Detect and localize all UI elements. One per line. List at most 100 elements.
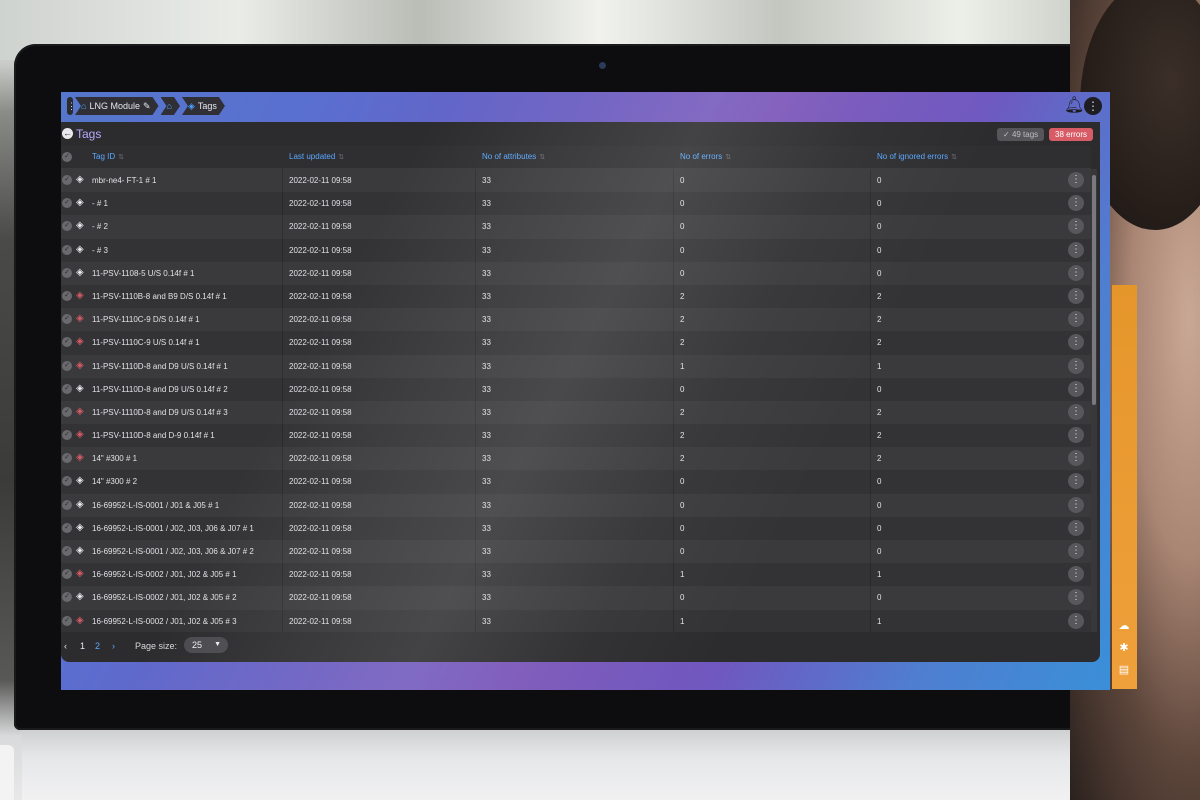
breadcrumb-item-tags[interactable]: ◈ Tags [182,97,225,115]
cell-errors: 0 [680,384,685,394]
scrollbar[interactable] [1091,169,1097,632]
table-row[interactable]: ✓ ◈ - # 3 2022-02-11 09:58 33 0 0 ⋮ [61,238,1091,262]
row-more-options-icon[interactable]: ⋮ [1068,311,1084,328]
row-more-options-icon[interactable]: ⋮ [1068,450,1084,467]
row-checkbox[interactable]: ✓ [62,453,72,464]
row-checkbox[interactable]: ✓ [62,244,72,255]
cloud-icon[interactable]: ☁ [1118,620,1130,632]
prev-page-icon[interactable]: ‹ [64,641,67,651]
table-row[interactable]: ✓ ◈ 16-69952-L-IS-0001 / J02, J03, J06 & J… [61,540,1091,564]
column-header-ignored-errors[interactable]: No of ignored errors ⇅ [877,152,957,161]
row-more-options-icon[interactable]: ⋮ [1068,172,1084,188]
row-more-options-icon[interactable]: ⋮ [1068,473,1084,490]
row-checkbox[interactable]: ✓ [62,337,72,348]
cell-ignored: 2 [877,291,882,301]
row-checkbox[interactable]: ✓ [62,476,72,487]
cell-attributes: 33 [482,454,491,464]
row-checkbox[interactable]: ✓ [62,314,72,325]
column-header-attributes[interactable]: No of attributes ⇅ [482,152,545,161]
cell-tag-id: mbr-ne4- FT-1 # 1 [92,176,157,185]
table-row[interactable]: ✓ ◈ 16-69952-L-IS-0002 / J01, J02 & J05 # … [61,586,1091,610]
table-row[interactable]: ✓ ◈ 14" #300 # 2 2022-02-11 09:58 33 0 0 ⋮ [61,470,1091,494]
row-more-options-icon[interactable]: ⋮ [1068,334,1084,351]
puzzle-icon[interactable]: ✱ [1118,642,1130,654]
column-header-last-updated[interactable]: Last updated ⇅ [289,152,344,161]
back-arrow-icon[interactable]: ← [62,128,73,139]
row-more-options-icon[interactable]: ⋮ [1068,195,1084,212]
errors-count-badge[interactable]: 38 errors [1049,128,1094,141]
row-checkbox[interactable]: ✓ [62,522,72,533]
table-row[interactable]: ✓ ◈ 11-PSV-1110C-9 D/S 0.14f # 1 2022-02-11… [61,308,1091,332]
breadcrumb-label: LNG Module [89,101,140,111]
row-checkbox[interactable]: ✓ [62,198,72,209]
cell-last-updated: 2022-02-11 09:58 [289,199,352,209]
row-more-options-icon[interactable]: ⋮ [1068,218,1084,235]
cell-attributes: 33 [482,570,491,580]
row-more-options-icon[interactable]: ⋮ [1068,612,1084,629]
row-more-options-icon[interactable]: ⋮ [1068,543,1084,559]
row-checkbox[interactable]: ✓ [62,546,72,556]
scrollbar-thumb[interactable] [1092,175,1096,405]
table-row[interactable]: ✓ ◈ 16-69952-L-IS-0002 / J01, J02 & J05 # … [61,563,1091,587]
table-row[interactable]: ✓ ◈ - # 1 2022-02-11 09:58 33 0 0 ⋮ [61,192,1091,216]
row-more-options-icon[interactable]: ⋮ [1068,566,1084,583]
more-options-icon[interactable]: ⋮ [1084,97,1102,115]
row-checkbox[interactable]: ✓ [62,569,72,580]
table-row[interactable]: ✓ ◈ 11-PSV-1110D-8 and D9 U/S 0.14f # 1 202… [61,354,1091,378]
tag-icon: ◈ [76,220,84,232]
table-row[interactable]: ✓ ◈ 16-69952-L-IS-0001 / J01 & J05 # 1 2022… [61,493,1091,517]
row-checkbox[interactable]: ✓ [62,267,72,278]
table-row[interactable]: ✓ ◈ 14" #300 # 1 2022-02-11 09:58 33 2 2 ⋮ [61,447,1091,471]
row-checkbox[interactable]: ✓ [62,592,72,603]
cell-attributes: 33 [482,291,491,301]
cell-tag-id: 11-PSV-1110C-9 D/S 0.14f # 1 [92,315,200,325]
cell-errors: 0 [680,477,685,487]
table-row[interactable]: ✓ ◈ 16-69952-L-IS-0002 / J01, J02 & J05 # … [61,609,1091,632]
row-checkbox[interactable]: ✓ [62,383,72,394]
table-row[interactable]: ✓ ◈ 11-PSV-1108-5 U/S 0.14f # 1 2022-02-11 … [61,261,1091,285]
document-icon[interactable]: ▤ [1118,664,1130,676]
row-checkbox[interactable]: ✓ [62,615,72,626]
row-checkbox[interactable]: ✓ [62,290,72,301]
row-more-options-icon[interactable]: ⋮ [1068,287,1084,304]
next-page-icon[interactable]: › [112,641,115,651]
row-more-options-icon[interactable]: ⋮ [1068,427,1084,444]
row-more-options-icon[interactable]: ⋮ [1068,403,1084,420]
row-more-options-icon[interactable]: ⋮ [1068,589,1084,606]
page-size-select[interactable]: 25 ▼ [184,637,228,653]
cell-ignored: 0 [877,523,882,533]
breadcrumb-item-module[interactable]: ⌂ LNG Module ✎ [75,97,159,115]
row-more-options-icon[interactable]: ⋮ [1068,496,1084,513]
table-row[interactable]: ✓ ◈ 16-69952-L-IS-0001 / J02, J03, J06 & J… [61,516,1091,540]
row-checkbox[interactable]: ✓ [62,221,72,232]
row-checkbox[interactable]: ✓ [62,499,72,510]
table-row[interactable]: ✓ ◈ 11-PSV-1110C-9 U/S 0.14f # 1 2022-02-11… [61,331,1091,355]
row-more-options-icon[interactable]: ⋮ [1068,357,1084,374]
column-header-tag-id[interactable]: Tag ID ⇅ [92,152,124,161]
cell-tag-id: 14" #300 # 2 [92,477,138,487]
cell-last-updated: 2022-02-11 09:58 [289,477,352,487]
table-row[interactable]: ✓ ◈ 11-PSV-1110B-8 and B9 D/S 0.14f # 1 202… [61,284,1091,309]
row-more-options-icon[interactable]: ⋮ [1068,264,1084,281]
breadcrumb-item-home[interactable]: ⌂ [161,97,180,115]
menu-handle[interactable]: ⋮ [67,97,76,115]
pencil-icon[interactable]: ✎ [143,97,151,115]
cell-last-updated: 2022-02-11 09:58 [289,570,352,580]
row-checkbox[interactable]: ✓ [62,175,72,185]
row-more-options-icon[interactable]: ⋮ [1068,519,1084,536]
select-all-checkbox[interactable]: ✓ [62,152,72,162]
table-row[interactable]: ✓ ◈ 11-PSV-1110D-8 and D9 U/S 0.14f # 2 202… [61,377,1091,401]
table-row[interactable]: ✓ ◈ mbr-ne4- FT-1 # 1 2022-02-11 09:58 33 0 0 ⋮ [61,169,1091,193]
row-checkbox[interactable]: ✓ [62,406,72,417]
table-row[interactable]: ✓ ◈ - # 2 2022-02-11 09:58 33 0 0 ⋮ [61,215,1091,239]
page-2-button[interactable]: 2 [95,641,100,651]
column-header-errors[interactable]: No of errors ⇅ [680,152,731,161]
table-row[interactable]: ✓ ◈ 11-PSV-1110D-8 and D9 U/S 0.14f # 3 202… [61,400,1091,425]
row-more-options-icon[interactable]: ⋮ [1068,241,1084,258]
row-checkbox[interactable]: ✓ [62,360,72,371]
table-row[interactable]: ✓ ◈ 11-PSV-1110D-8 and D-9 0.14f # 1 2022-0… [61,424,1091,448]
page-1-button[interactable]: 1 [80,641,85,651]
row-more-options-icon[interactable]: ⋮ [1068,380,1084,397]
bell-icon[interactable]: 🔔︎ [1064,97,1084,115]
row-checkbox[interactable]: ✓ [62,430,72,441]
